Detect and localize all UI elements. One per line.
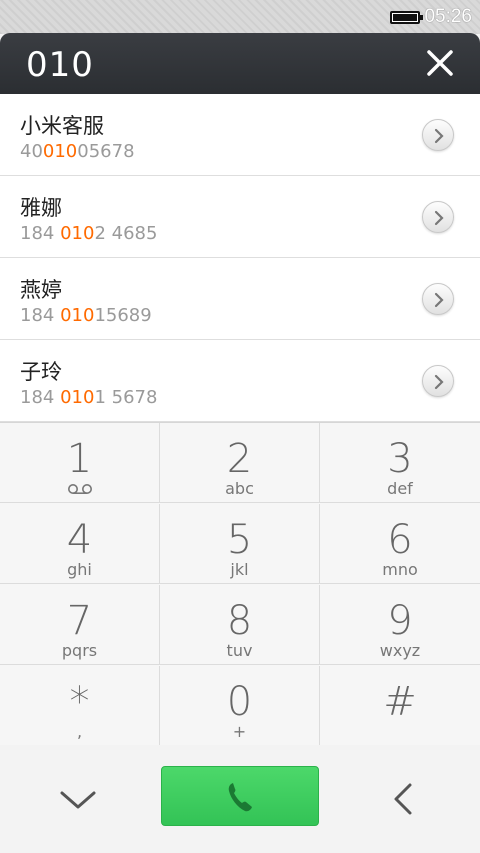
dial-keypad: 1 2 abc 3 def 4 ghi 5 jkl 6 mno 7 pqrs 8…: [0, 422, 480, 746]
key-digit: 7: [66, 598, 93, 644]
contact-name: 燕婷: [20, 278, 62, 302]
collapse-keypad-button[interactable]: [58, 785, 98, 815]
contact-phone: 4001005678: [20, 141, 135, 162]
contact-result-row[interactable]: 小米客服 4001005678: [0, 94, 480, 176]
phone-prefix: 184: [20, 387, 61, 408]
key-letters: pqrs: [61, 641, 98, 660]
contact-name: 子玲: [20, 360, 62, 384]
key-digit: 6: [387, 517, 413, 563]
backspace-button[interactable]: [388, 781, 418, 817]
key-digit: 5: [226, 517, 253, 563]
contact-phone: 184 01015689: [20, 305, 152, 326]
chevron-down-icon: [60, 791, 96, 809]
chevron-right-icon: [434, 292, 444, 308]
key-9[interactable]: 9 wxyz: [320, 585, 480, 665]
key-digit: 8: [226, 598, 253, 644]
phone-match: 010: [60, 387, 95, 408]
dialer-header: 010: [0, 33, 480, 94]
key-digit: *: [69, 679, 90, 725]
key-0[interactable]: 0 +: [160, 666, 320, 746]
key-digit: 9: [387, 598, 413, 644]
key-7[interactable]: 7 pqrs: [0, 585, 160, 665]
phone-prefix: 184: [20, 223, 61, 244]
key-letters: jkl: [230, 560, 249, 579]
contact-detail-button[interactable]: [422, 283, 454, 315]
key-1[interactable]: 1: [0, 423, 160, 503]
clear-button[interactable]: [426, 49, 454, 77]
phone-icon: [228, 783, 252, 812]
chevron-left-icon: [394, 783, 412, 815]
chevron-right-icon: [434, 128, 444, 144]
dialed-number[interactable]: 010: [26, 45, 94, 85]
close-icon: [427, 50, 453, 76]
key-letters: abc: [225, 479, 254, 498]
key-letters: +: [232, 722, 247, 741]
contact-phone: 184 0102 4685: [20, 223, 157, 244]
phone-suffix: 1 5678: [94, 387, 158, 408]
key-8[interactable]: 8 tuv: [160, 585, 320, 665]
key-6[interactable]: 6 mno: [320, 504, 480, 584]
chevron-right-icon: [434, 374, 444, 390]
contact-result-row[interactable]: 雅娜 184 0102 4685: [0, 176, 480, 258]
key-digit: 1: [66, 436, 93, 482]
key-letters: wxyz: [379, 641, 421, 660]
phone-suffix: 2 4685: [94, 223, 158, 244]
contact-result-row[interactable]: 子玲 184 0101 5678: [0, 340, 480, 422]
phone-suffix: 15689: [94, 305, 152, 326]
contact-detail-button[interactable]: [422, 365, 454, 397]
contact-name: 雅娜: [20, 196, 62, 220]
key-letters: mno: [382, 560, 418, 579]
phone-match: 010: [42, 141, 78, 162]
key-letters: ,: [76, 722, 83, 741]
key-5[interactable]: 5 jkl: [160, 504, 320, 584]
battery-icon: [390, 11, 423, 24]
key-4[interactable]: 4 ghi: [0, 504, 160, 584]
key-digit: 4: [66, 517, 93, 563]
contact-result-row[interactable]: 燕婷 184 01015689: [0, 258, 480, 340]
status-bar: 05:26: [0, 0, 480, 34]
contact-detail-button[interactable]: [422, 119, 454, 151]
voicemail-icon: [67, 484, 92, 494]
key-digit: #: [383, 679, 417, 725]
phone-match: 010: [60, 223, 95, 244]
phone-prefix: 40: [20, 141, 43, 162]
call-button[interactable]: [161, 766, 319, 826]
phone-prefix: 184: [20, 305, 61, 326]
contact-results-list: 小米客服 4001005678 雅娜 184 0102 4685 燕婷 184 …: [0, 94, 480, 422]
phone-match: 010: [60, 305, 95, 326]
status-time: 05:26: [424, 6, 472, 27]
key-digit: 3: [387, 436, 413, 482]
chevron-right-icon: [434, 210, 444, 226]
key-letters: ghi: [67, 560, 92, 579]
contact-name: 小米客服: [20, 114, 104, 138]
key-letters: def: [387, 479, 413, 498]
key-2[interactable]: 2 abc: [160, 423, 320, 503]
key-3[interactable]: 3 def: [320, 423, 480, 503]
key-star[interactable]: * ,: [0, 666, 160, 746]
dialer-action-bar: [0, 745, 480, 853]
key-letters: tuv: [226, 641, 253, 660]
key-digit: 0: [226, 679, 253, 725]
phone-suffix: 05678: [77, 141, 135, 162]
contact-phone: 184 0101 5678: [20, 387, 157, 408]
key-hash[interactable]: #: [320, 666, 480, 746]
key-digit: 2: [226, 436, 253, 482]
contact-detail-button[interactable]: [422, 201, 454, 233]
